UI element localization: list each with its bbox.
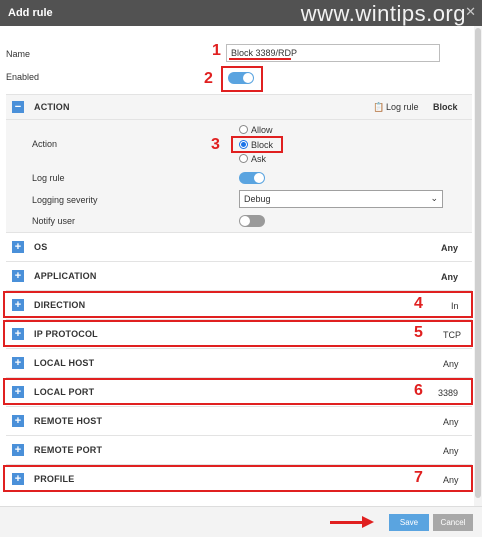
radio-allow[interactable] [239,125,248,134]
radio-ask-label: Ask [251,154,267,164]
section-local-host[interactable]: + LOCAL HOST Any [6,348,472,377]
radio-block[interactable] [239,140,248,149]
log-rule-label: Log rule [32,173,65,183]
collapse-icon[interactable]: − [12,101,24,113]
save-button[interactable]: Save [389,514,429,531]
log-rule-toggle[interactable] [239,172,265,184]
section-remote-port[interactable]: + REMOTE PORT Any [6,435,472,464]
expand-icon[interactable]: + [12,415,24,427]
action-label: Action [32,139,58,149]
annotation-3: 3 [211,136,220,153]
notify-user-label: Notify user [32,216,76,226]
arrow-head [362,516,374,528]
radio-block-label: Block [251,140,274,150]
log-rule-summary: Log rule [386,102,419,112]
annotation-4: 4 [414,295,423,312]
section-title: ACTION [34,102,70,112]
section-remote-host[interactable]: + REMOTE HOST Any [6,406,472,435]
radio-ask[interactable] [239,154,248,163]
title-bar: Add rule www.wintips.org ✕ [0,0,482,26]
scrollbar-thumb[interactable] [475,28,481,498]
section-title: APPLICATION [34,271,97,281]
enabled-label: Enabled [6,72,40,82]
cancel-button[interactable]: Cancel [433,514,473,531]
annotation-5: 5 [414,324,423,341]
highlight-box-direction [3,291,473,318]
logging-severity-select[interactable]: Debug ⌄ [239,190,443,208]
section-title: REMOTE PORT [34,445,103,455]
section-title: REMOTE HOST [34,416,103,426]
logging-severity-value: Debug [244,194,271,204]
notify-user-toggle[interactable] [239,215,265,227]
logging-severity-label: Logging severity [32,195,98,205]
enabled-toggle[interactable] [228,72,254,84]
scrollbar[interactable] [474,26,482,506]
section-value: Any [441,243,459,253]
name-label: Name [6,49,31,59]
radio-allow-label: Allow [251,125,273,135]
annotation-1: 1 [212,42,221,59]
section-value: Any [443,446,459,456]
action-summary: Block [433,102,458,112]
annotation-6: 6 [414,382,423,399]
highlight-box-ip-protocol [3,320,473,347]
section-os[interactable]: + OS Any [6,232,472,261]
arrow-indicator [330,521,364,524]
expand-icon[interactable]: + [12,241,24,253]
highlight-box-profile [3,465,473,492]
chevron-down-icon: ⌄ [430,193,438,203]
annotation-7: 7 [414,469,423,486]
annotation-2: 2 [204,70,213,87]
highlight-box-local-port [3,378,473,405]
section-value: Any [441,272,459,282]
clipboard-icon: 📋 [373,102,385,112]
section-application[interactable]: + APPLICATION Any [6,261,472,290]
section-title: OS [34,242,48,252]
section-title: LOCAL HOST [34,358,95,368]
section-action[interactable]: − ACTION 📋 Log rule Block [6,94,472,119]
expand-icon[interactable]: + [12,357,24,369]
window-title: Add rule [8,7,53,19]
name-underline [229,58,291,60]
section-value: Any [443,417,459,427]
expand-icon[interactable]: + [12,444,24,456]
close-icon[interactable]: ✕ [465,4,476,20]
expand-icon[interactable]: + [12,270,24,282]
section-value: Any [443,359,459,369]
watermark: www.wintips.org [300,1,466,26]
